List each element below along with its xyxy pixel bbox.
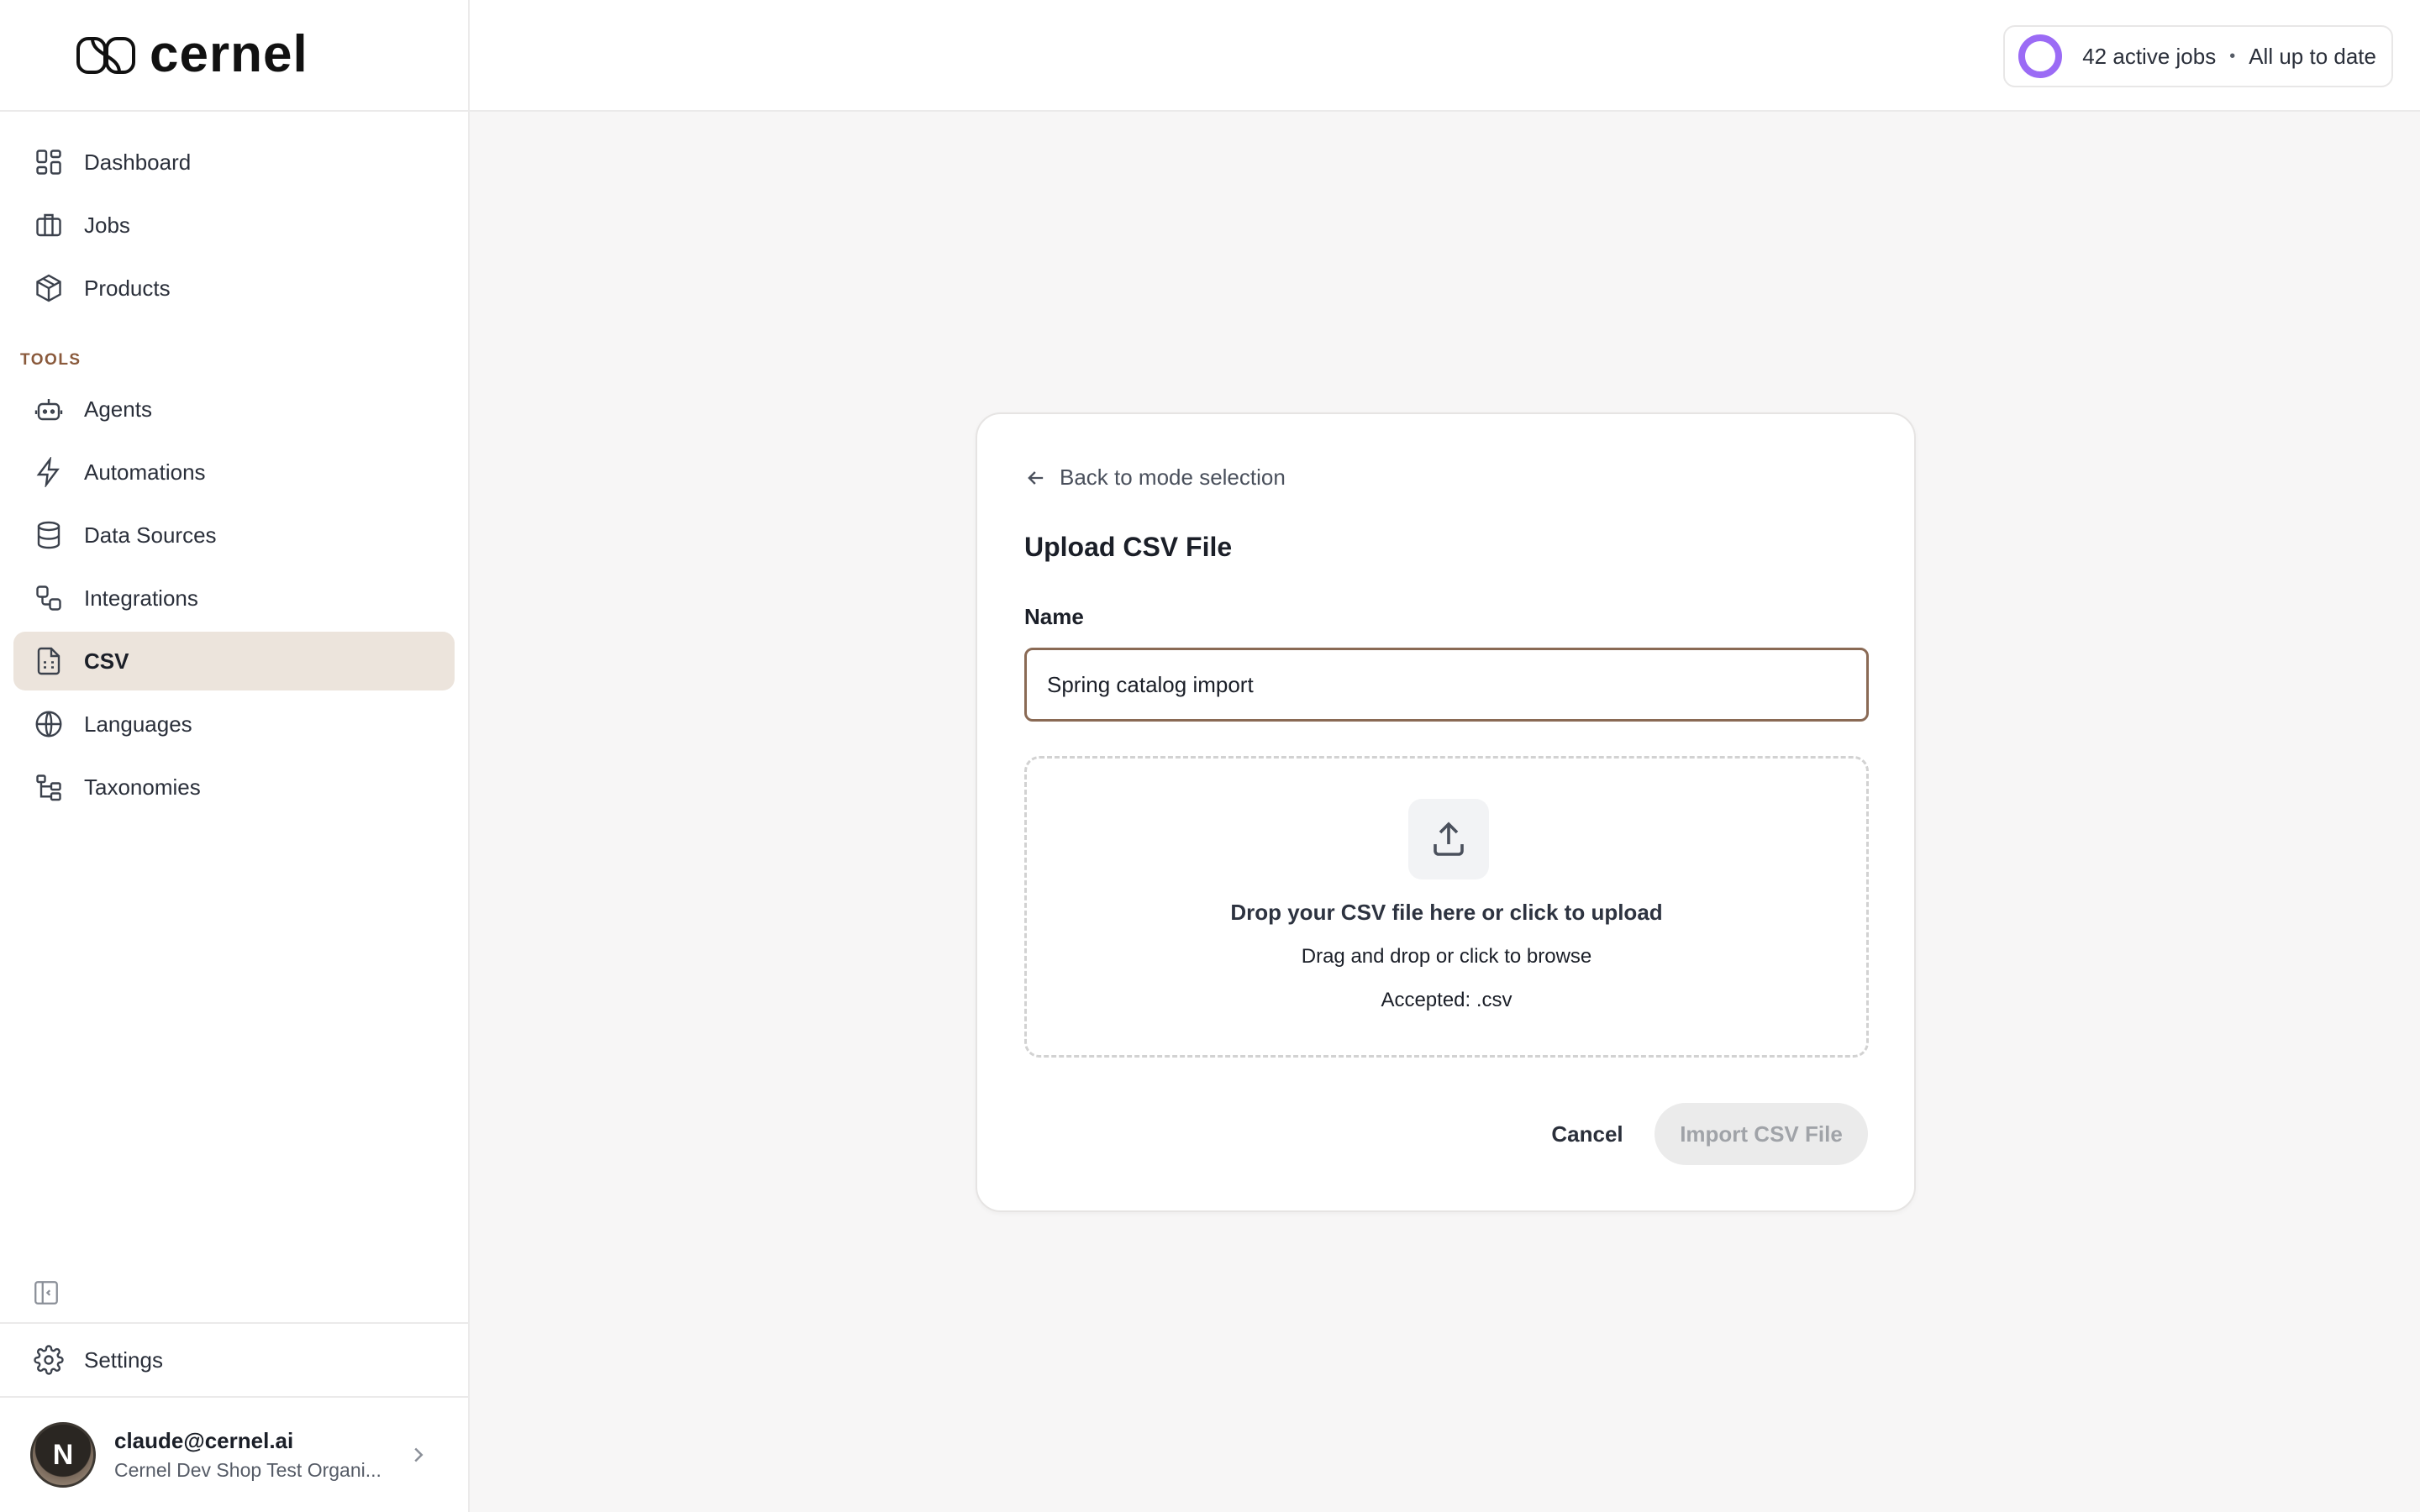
lightning-icon	[34, 457, 64, 487]
gear-icon	[34, 1345, 64, 1375]
tools-nav: Agents Automations Data Sources Integrat…	[13, 380, 455, 821]
sidebar-item-taxonomies[interactable]: Taxonomies	[13, 758, 455, 816]
import-csv-button[interactable]: Import CSV File	[1655, 1103, 1868, 1165]
sidebar: cernel Dashboard Jobs Products TOOLS Age…	[0, 0, 470, 1512]
collapse-sidebar-icon[interactable]	[32, 1278, 60, 1307]
sidebar-item-csv[interactable]: CSV	[13, 632, 455, 690]
csv-dropzone[interactable]: Drop your CSV file here or click to uplo…	[1024, 756, 1869, 1058]
primary-nav: Dashboard Jobs Products	[13, 133, 455, 322]
tools-section-label: TOOLS	[20, 351, 82, 369]
sidebar-item-data-sources[interactable]: Data Sources	[13, 506, 455, 564]
name-field-label: Name	[1024, 604, 1084, 629]
tree-icon	[34, 772, 64, 802]
job-status-pill[interactable]: 42 active jobs • All up to date	[2003, 25, 2393, 87]
svg-text:cernel: cernel	[150, 33, 308, 78]
sidebar-item-label: Taxonomies	[84, 774, 201, 800]
user-menu[interactable]: N claude@cernel.ai Cernel Dev Shop Test …	[0, 1396, 468, 1512]
sidebar-item-jobs[interactable]: Jobs	[13, 196, 455, 255]
chevron-right-icon	[414, 1447, 424, 1462]
database-icon	[34, 520, 64, 550]
sidebar-item-label: Data Sources	[84, 522, 217, 548]
sidebar-item-label: Languages	[84, 711, 192, 737]
sidebar-item-label: Products	[84, 275, 171, 301]
active-jobs-count: 42 active jobs	[2082, 43, 2217, 69]
back-to-mode-selection-link[interactable]: Back to mode selection	[1024, 465, 1286, 491]
sidebar-item-integrations[interactable]: Integrations	[13, 569, 455, 627]
globe-icon	[34, 709, 64, 739]
sidebar-item-label: Dashboard	[84, 149, 192, 175]
sync-status: All up to date	[2249, 43, 2376, 69]
integrations-icon	[34, 583, 64, 613]
cernel-wordmark: cernel	[150, 33, 308, 78]
avatar: N	[30, 1422, 96, 1488]
arrow-left-icon	[1028, 470, 1044, 485]
package-icon	[34, 273, 64, 303]
back-link-label: Back to mode selection	[1060, 465, 1286, 490]
top-bar: 42 active jobs • All up to date	[470, 0, 2420, 112]
status-separator: •	[2229, 46, 2236, 66]
upload-icon	[1434, 822, 1464, 856]
app-root: cernel Dashboard Jobs Products TOOLS Age…	[0, 0, 2420, 1512]
sidebar-item-label: Jobs	[84, 212, 130, 238]
briefcase-icon	[34, 210, 64, 240]
csv-file-icon	[34, 646, 64, 676]
sidebar-item-label: Automations	[84, 459, 206, 485]
dropzone-title: Drop your CSV file here or click to uplo…	[1230, 900, 1663, 925]
sidebar-item-settings[interactable]: Settings	[0, 1322, 468, 1396]
page-title: Upload CSV File	[1024, 532, 1233, 562]
settings-label: Settings	[84, 1347, 163, 1373]
cancel-button[interactable]: Cancel	[1520, 1103, 1655, 1165]
cernel-logo-mark-icon	[76, 36, 135, 74]
dashboard-icon	[34, 147, 64, 177]
job-status-ring-icon	[2018, 34, 2063, 78]
logo[interactable]: cernel	[0, 0, 468, 112]
sidebar-item-dashboard[interactable]: Dashboard	[13, 133, 455, 192]
sidebar-item-label: Agents	[84, 396, 152, 422]
sidebar-item-label: CSV	[84, 648, 129, 674]
sidebar-item-languages[interactable]: Languages	[13, 695, 455, 753]
sidebar-item-automations[interactable]: Automations	[13, 443, 455, 501]
sidebar-item-label: Integrations	[84, 585, 198, 611]
sidebar-item-agents[interactable]: Agents	[13, 380, 455, 438]
dropzone-accepted-types: Accepted: .csv	[1381, 989, 1512, 1011]
user-org: Cernel Dev Shop Test Organi...	[114, 1459, 381, 1481]
user-email: claude@cernel.ai	[114, 1428, 294, 1453]
upload-icon-box	[1408, 799, 1489, 879]
sidebar-item-products[interactable]: Products	[13, 259, 455, 318]
name-field[interactable]	[1024, 648, 1869, 722]
bot-icon	[34, 394, 64, 424]
dropzone-subtitle: Drag and drop or click to browse	[1301, 945, 1592, 968]
user-info: claude@cernel.ai Cernel Dev Shop Test Or…	[114, 1428, 406, 1482]
upload-csv-card: Back to mode selection Upload CSV File N…	[976, 412, 1916, 1212]
